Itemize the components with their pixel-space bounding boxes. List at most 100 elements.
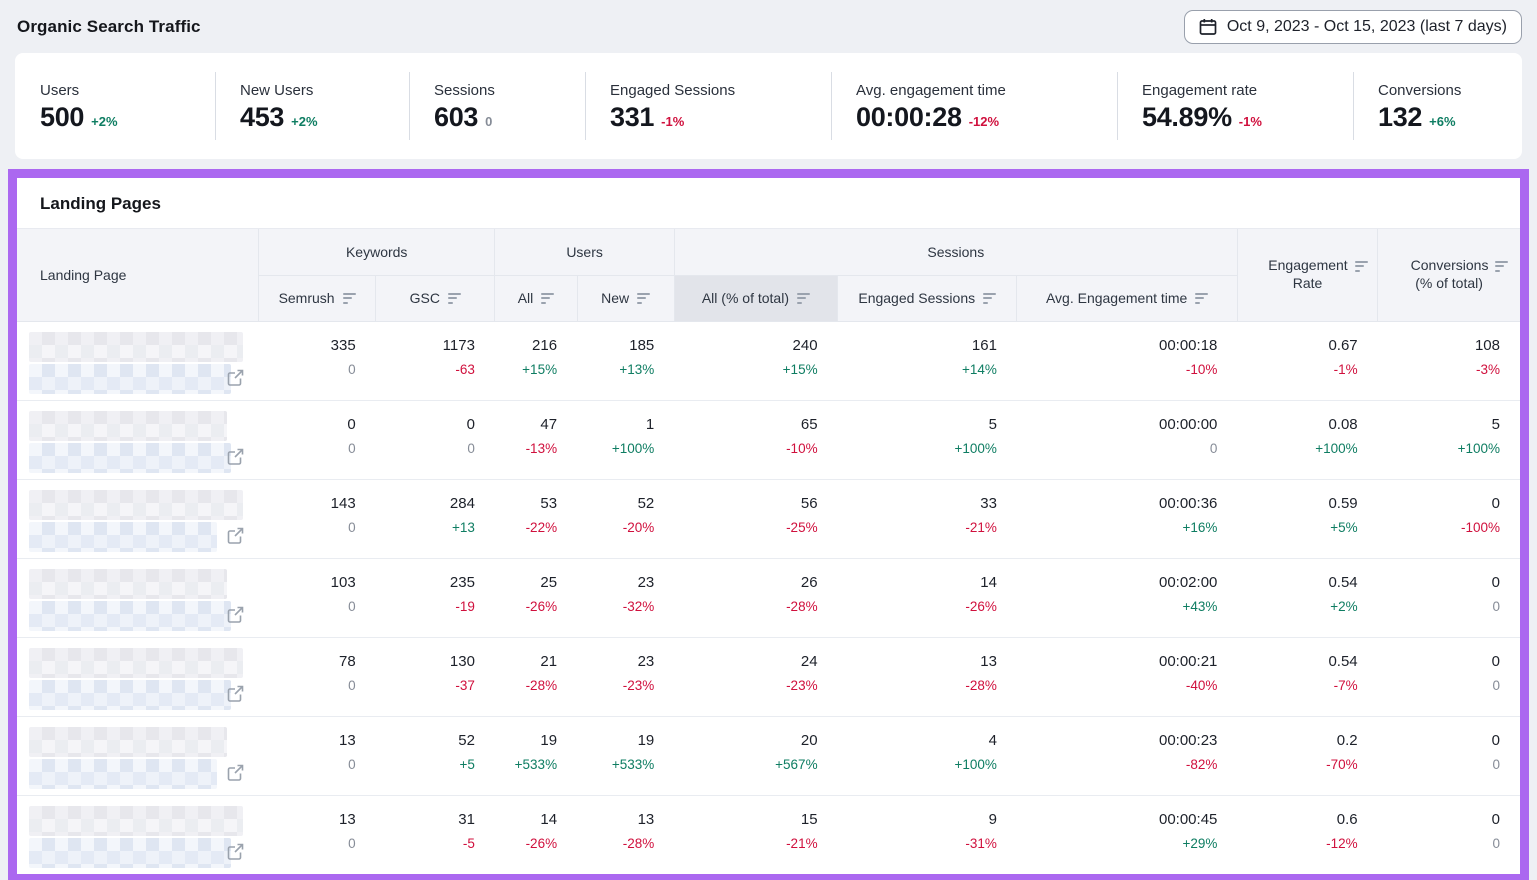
cell-keywords-gsc: 235 -19 <box>376 558 495 637</box>
cell-value: 13 <box>838 653 997 671</box>
cell-users-all: 53 -22% <box>495 479 577 558</box>
top-bar: Organic Search Traffic Oct 9, 2023 - Oct… <box>0 0 1537 53</box>
column-header-conversions[interactable]: Conversions (% of total) <box>1378 229 1520 321</box>
column-header-avg-engagement-time[interactable]: Avg. Engagement time <box>1017 275 1237 321</box>
stat-value: 453 <box>240 104 284 131</box>
cell-delta: +14% <box>838 362 997 378</box>
landing-page-cell[interactable] <box>17 321 258 400</box>
column-header-engagement-rate[interactable]: Engagement Rate <box>1237 229 1377 321</box>
cell-conversions: 0 -100% <box>1378 479 1520 558</box>
external-link-icon[interactable] <box>227 606 244 623</box>
cell-delta: +100% <box>1378 441 1500 457</box>
semrush-keywords-link[interactable]: 103 <box>258 574 355 592</box>
cell-value: 65 <box>674 416 817 434</box>
semrush-keywords-link[interactable]: 13 <box>258 732 355 750</box>
stat-label: New Users <box>240 82 409 99</box>
cell-value: 5 <box>838 416 997 434</box>
sort-icon[interactable] <box>1195 290 1208 306</box>
cell-conversions: 5 +100% <box>1378 400 1520 479</box>
date-range-picker[interactable]: Oct 9, 2023 - Oct 15, 2023 (last 7 days) <box>1184 10 1522 44</box>
column-header-semrush[interactable]: Semrush <box>258 275 375 321</box>
header-label: Engaged Sessions <box>858 290 975 306</box>
landing-page-blurred-title <box>29 806 243 836</box>
gsc-keywords-link[interactable]: 31 <box>376 811 475 829</box>
calendar-icon <box>1199 18 1217 36</box>
cell-value: 0 <box>1378 811 1500 829</box>
column-header-users-new[interactable]: New <box>577 275 674 321</box>
external-link-icon[interactable] <box>227 448 244 465</box>
cell-value: 4 <box>838 732 997 750</box>
landing-pages-title: Landing Pages <box>17 178 1520 229</box>
cell-keywords-gsc: 52 +5 <box>376 716 495 795</box>
semrush-keywords-link[interactable]: 0 <box>258 416 355 434</box>
landing-page-cell[interactable] <box>17 479 258 558</box>
cell-delta: +5 <box>376 757 475 773</box>
semrush-keywords-link[interactable]: 335 <box>258 337 355 355</box>
semrush-keywords-link[interactable]: 143 <box>258 495 355 513</box>
sort-icon[interactable] <box>983 290 996 306</box>
external-link-icon[interactable] <box>227 685 244 702</box>
semrush-keywords-link[interactable]: 78 <box>258 653 355 671</box>
gsc-keywords-link[interactable]: 284 <box>376 495 475 513</box>
sort-icon[interactable] <box>541 290 554 306</box>
cell-value: 0.08 <box>1237 416 1357 434</box>
landing-page-blurred-title <box>29 648 243 678</box>
cell-avg-engagement-time: 00:00:00 0 <box>1017 400 1237 479</box>
landing-page-blurred-title <box>29 490 243 520</box>
sort-icon[interactable] <box>1355 258 1368 274</box>
external-link-icon[interactable] <box>227 843 244 860</box>
cell-engagement-rate: 0.54 +2% <box>1237 558 1377 637</box>
cell-value: 00:02:00 <box>1017 574 1217 592</box>
sort-icon[interactable] <box>637 290 650 306</box>
gsc-keywords-link[interactable]: 1173 <box>376 337 475 355</box>
cell-delta: -12% <box>1237 836 1357 852</box>
cell-delta: -7% <box>1237 678 1357 694</box>
gsc-keywords-link[interactable]: 235 <box>376 574 475 592</box>
external-link-icon[interactable] <box>227 369 244 386</box>
column-header-sessions-all[interactable]: All (% of total) <box>674 275 837 321</box>
cell-delta: +15% <box>674 362 817 378</box>
column-header-gsc[interactable]: GSC <box>376 275 495 321</box>
cell-delta: 0 <box>258 520 355 536</box>
header-label: All (% of total) <box>702 290 789 306</box>
cell-engaged-sessions: 5 +100% <box>838 400 1017 479</box>
cell-value: 108 <box>1378 337 1500 355</box>
landing-page-blurred-url <box>29 601 231 631</box>
cell-delta: 0 <box>258 441 355 457</box>
cell-value: 56 <box>674 495 817 513</box>
landing-page-cell[interactable] <box>17 716 258 795</box>
landing-page-cell[interactable] <box>17 558 258 637</box>
external-link-icon[interactable] <box>227 764 244 781</box>
sort-icon[interactable] <box>448 290 461 306</box>
landing-page-cell[interactable] <box>17 637 258 716</box>
sort-icon[interactable] <box>343 290 356 306</box>
gsc-keywords-link[interactable]: 130 <box>376 653 475 671</box>
cell-delta: -100% <box>1378 520 1500 536</box>
cell-users-new: 13 -28% <box>577 795 674 874</box>
column-header-users-all[interactable]: All <box>495 275 577 321</box>
cell-delta: 0 <box>1378 678 1500 694</box>
cell-avg-engagement-time: 00:02:00 +43% <box>1017 558 1237 637</box>
cell-delta: -3% <box>1378 362 1500 378</box>
landing-page-cell[interactable] <box>17 400 258 479</box>
landing-page-cell[interactable] <box>17 795 258 874</box>
landing-page-blurred-title <box>29 727 227 757</box>
cell-delta: -1% <box>1237 362 1357 378</box>
sort-icon[interactable] <box>797 290 810 306</box>
page-title: Organic Search Traffic <box>17 17 201 37</box>
gsc-keywords-link[interactable]: 0 <box>376 416 475 434</box>
landing-page-blurred-url <box>29 364 231 394</box>
column-header-engaged-sessions[interactable]: Engaged Sessions <box>838 275 1017 321</box>
stat-sessions: Sessions 603 0 <box>409 53 585 159</box>
landing-pages-table: Landing Page Keywords Users Sessions Eng… <box>17 229 1520 874</box>
cell-value: 26 <box>674 574 817 592</box>
header-label: All <box>518 290 534 306</box>
cell-delta: -20% <box>577 520 654 536</box>
stat-delta: +2% <box>291 114 317 131</box>
gsc-keywords-link[interactable]: 52 <box>376 732 475 750</box>
semrush-keywords-link[interactable]: 13 <box>258 811 355 829</box>
stat-label: Conversions <box>1378 82 1522 99</box>
cell-delta: -82% <box>1017 757 1217 773</box>
external-link-icon[interactable] <box>227 527 244 544</box>
sort-icon[interactable] <box>1495 258 1508 274</box>
